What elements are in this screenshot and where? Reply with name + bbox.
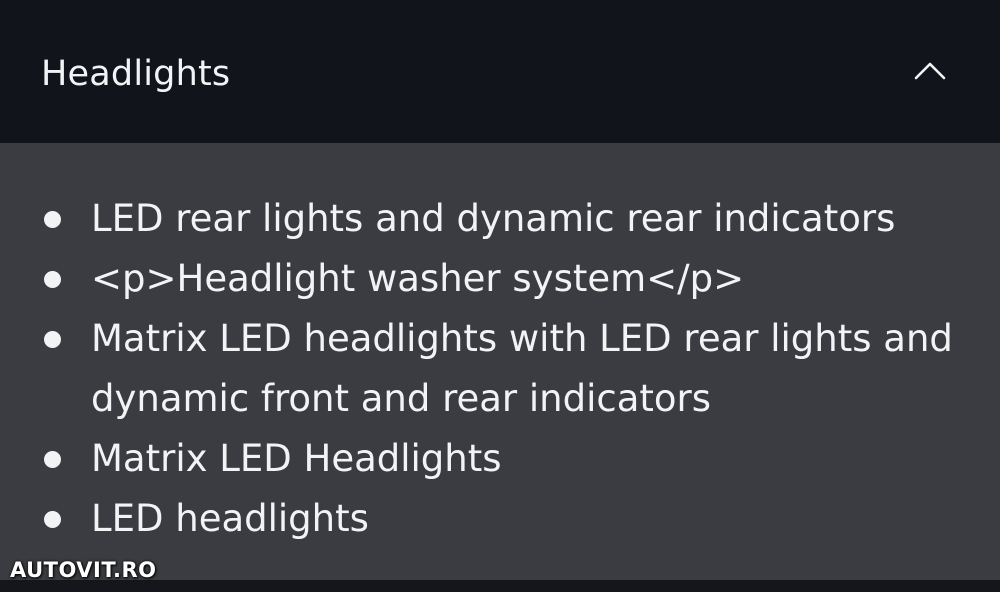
list-item-text: Matrix LED headlights with LED rear ligh… <box>91 317 953 420</box>
list-item: <p>Headlight washer system</p> <box>0 249 1000 309</box>
list-item-text: Matrix LED Headlights <box>91 437 502 480</box>
list-item: Matrix LED Headlights <box>0 429 1000 489</box>
bullet-icon <box>44 331 61 348</box>
list-item-text: LED headlights <box>91 497 369 540</box>
accordion-header-headlights[interactable]: Headlights <box>0 0 1000 143</box>
watermark-logo: AUTOVIT.RO <box>10 558 157 582</box>
page: Headlights LED rear lights and dynamic r… <box>0 0 1000 592</box>
list-item: LED rear lights and dynamic rear indicat… <box>0 189 1000 249</box>
bullet-icon <box>44 511 61 528</box>
list-item: Matrix LED headlights with LED rear ligh… <box>0 309 1000 429</box>
list-item-text: <p>Headlight washer system</p> <box>91 257 745 300</box>
feature-list: LED rear lights and dynamic rear indicat… <box>0 189 1000 549</box>
accordion-title: Headlights <box>41 54 231 94</box>
bullet-icon <box>44 451 61 468</box>
bullet-icon <box>44 211 61 228</box>
bullet-icon <box>44 271 61 288</box>
list-item-text: LED rear lights and dynamic rear indicat… <box>91 197 896 240</box>
list-item: LED headlights <box>0 489 1000 549</box>
chevron-up-icon[interactable] <box>912 56 948 86</box>
accordion-body: LED rear lights and dynamic rear indicat… <box>0 143 1000 580</box>
